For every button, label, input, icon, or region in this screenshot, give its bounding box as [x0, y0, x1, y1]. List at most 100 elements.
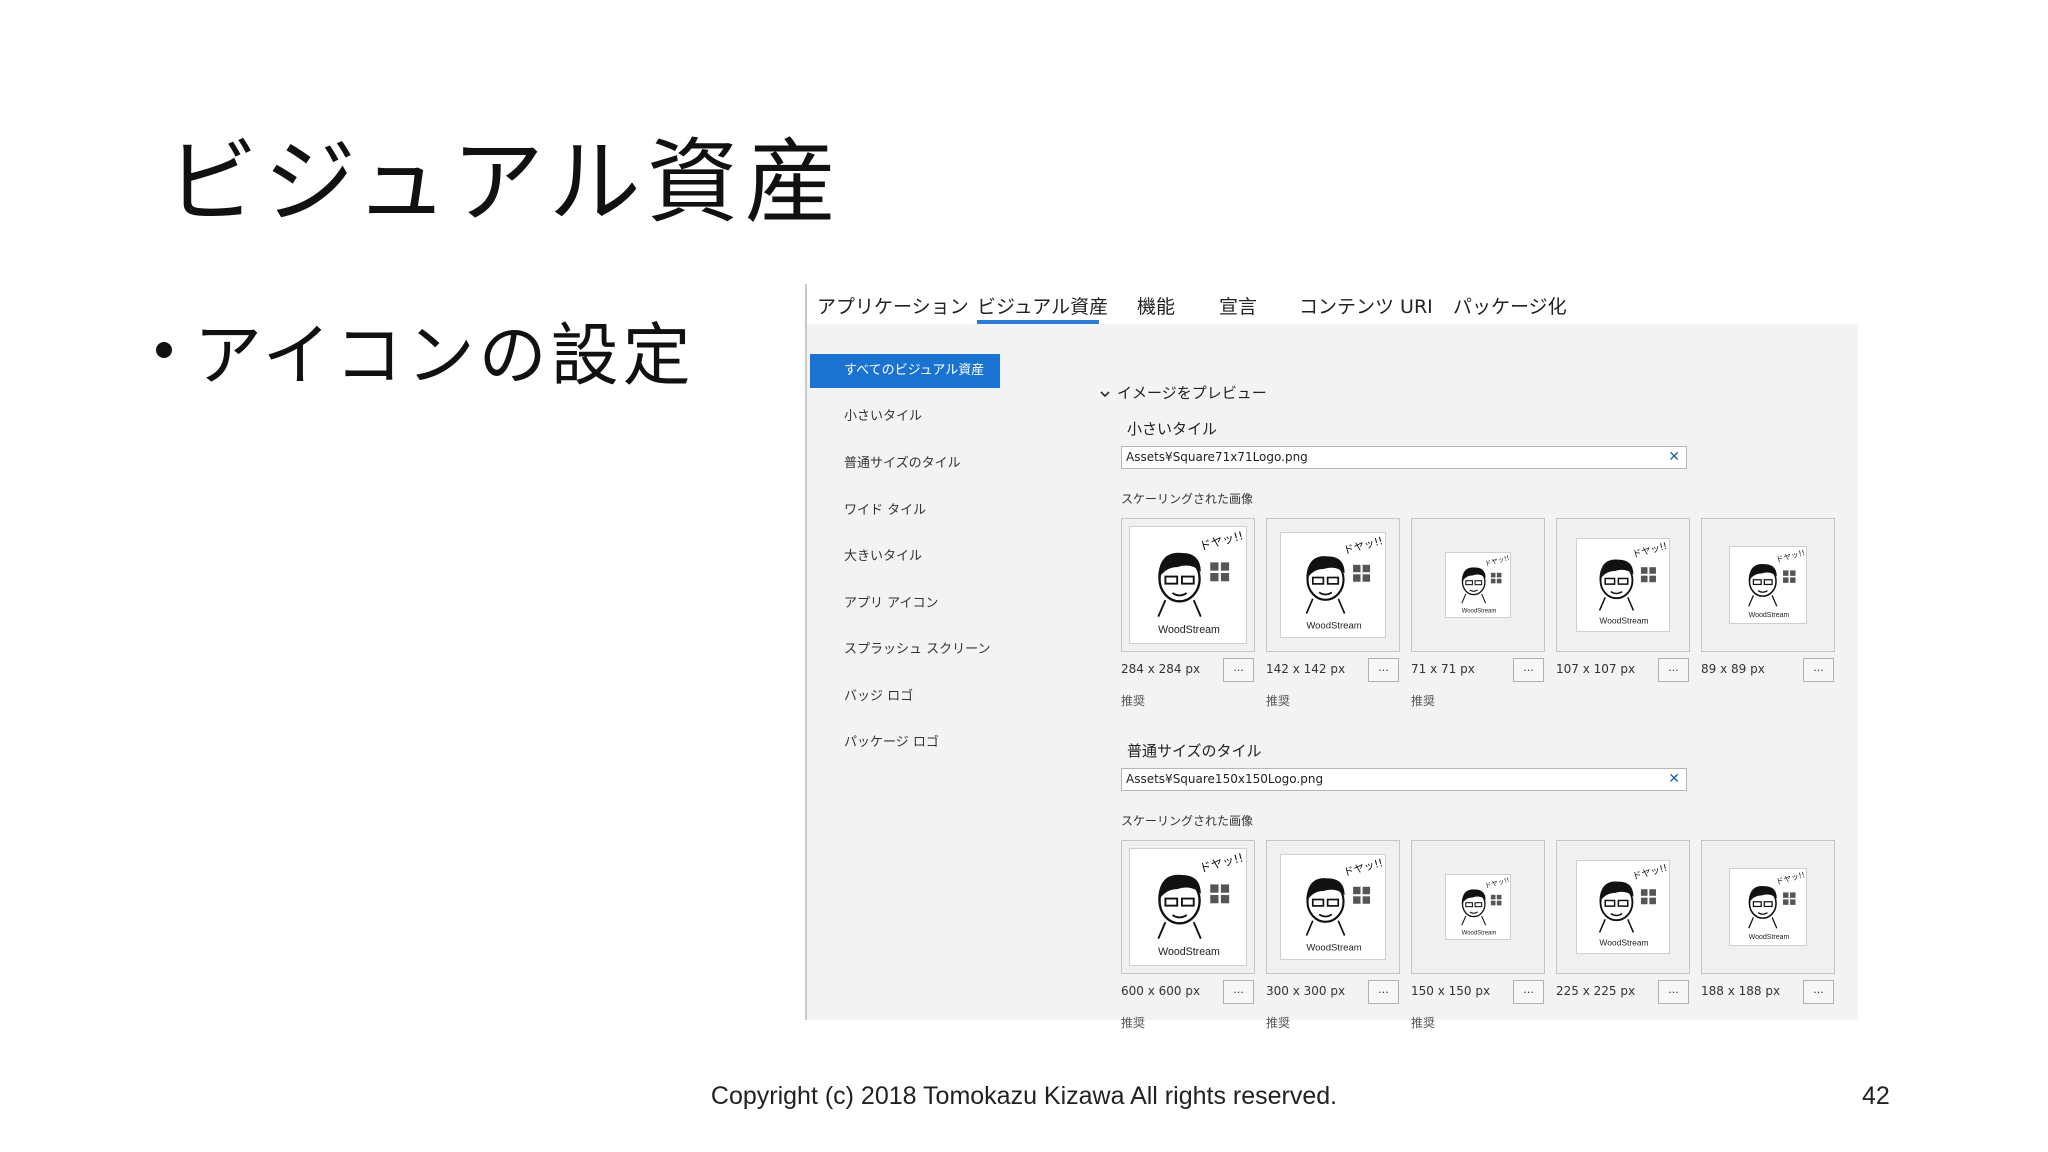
image-size-label: 142 x 142 px [1266, 662, 1346, 676]
browse-button[interactable]: ... [1658, 980, 1689, 1004]
preview-toggle[interactable]: イメージをプレビュー [1099, 382, 1267, 403]
logo-bubble-text: ドヤッ!! [1198, 528, 1245, 553]
settings-screenshot: アプリケーション ビジュアル資産 機能 宣言 コンテンツ URI パッケージ化 … [805, 284, 1858, 1030]
image-thumbnail[interactable]: ドヤッ!! WoodStream [1556, 840, 1690, 974]
logo-image: ドヤッ!! WoodStream [1576, 860, 1670, 954]
logo-image: ドヤッ!! WoodStream [1280, 854, 1386, 960]
sidebar-item-all-assets[interactable]: すべてのビジュアル資産 [810, 354, 1000, 388]
woodstream-logo-icon: ドヤッ!! WoodStream [1157, 528, 1245, 636]
browse-button[interactable]: ... [1368, 658, 1399, 682]
browse-button[interactable]: ... [1513, 658, 1544, 682]
logo-bubble-text: ドヤッ!! [1775, 870, 1806, 886]
image-thumbnail[interactable]: ドヤッ!! WoodStream [1121, 518, 1255, 652]
browse-button[interactable]: ... [1223, 980, 1254, 1004]
asset-path-input[interactable]: Assets¥Square71x71Logo.png ✕ [1121, 446, 1687, 469]
image-thumbnail[interactable]: ドヤッ!! WoodStream [1701, 518, 1835, 652]
logo-caption-text: WoodStream [1749, 934, 1790, 941]
browse-button[interactable]: ... [1223, 658, 1254, 682]
logo-bubble-text: ドヤッ!! [1484, 554, 1510, 568]
image-thumbnail[interactable]: ドヤッ!! WoodStream [1556, 518, 1690, 652]
recommended-label: 推奨 [1121, 1016, 1146, 1030]
browse-button[interactable]: ... [1803, 658, 1834, 682]
logo-image: ドヤッ!! WoodStream [1445, 874, 1511, 940]
section-title: 普通サイズのタイル [1127, 742, 1262, 760]
browse-button[interactable]: ... [1368, 980, 1399, 1004]
bullet-dot [156, 341, 172, 358]
sidebar-item-app-icon[interactable]: アプリ アイコン [807, 587, 997, 621]
section-title: 小さいタイル [1127, 420, 1218, 438]
page-number: 42 [1862, 1082, 1890, 1110]
browse-button[interactable]: ... [1803, 980, 1834, 1004]
asset-path-value: Assets¥Square150x150Logo.png [1126, 772, 1324, 786]
sidebar-item-package-logo[interactable]: パッケージ ロゴ [807, 726, 997, 760]
image-size-label: 150 x 150 px [1411, 984, 1491, 998]
tab-capabilities[interactable]: 機能 [1137, 292, 1175, 319]
logo-image: ドヤッ!! WoodStream [1729, 546, 1807, 624]
bullet-item: アイコンの設定 [156, 300, 695, 399]
image-thumbnail[interactable]: ドヤッ!! WoodStream [1121, 840, 1255, 974]
logo-bubble-text: ドヤッ!! [1198, 850, 1245, 875]
logo-caption-text: WoodStream [1306, 942, 1361, 953]
image-size-label: 71 x 71 px [1411, 662, 1475, 676]
tab-bar: アプリケーション ビジュアル資産 機能 宣言 コンテンツ URI パッケージ化 [805, 284, 1858, 324]
logo-bubble-text: ドヤッ!! [1342, 857, 1384, 879]
logo-image: ドヤッ!! WoodStream [1280, 532, 1386, 638]
logo-bubble-text: ドヤッ!! [1631, 863, 1668, 883]
recommended-label: 推奨 [1266, 694, 1291, 708]
image-thumbnail[interactable]: ドヤッ!! WoodStream [1411, 840, 1545, 974]
woodstream-logo-icon: ドヤッ!! WoodStream [1461, 876, 1510, 936]
scaled-images-label: スケーリングされた画像 [1121, 492, 1254, 506]
recommended-label: 推奨 [1266, 1016, 1291, 1030]
tab-declarations[interactable]: 宣言 [1219, 292, 1257, 319]
sidebar-item-medium-tile[interactable]: 普通サイズのタイル [807, 447, 997, 481]
logo-caption-text: WoodStream [1306, 620, 1361, 631]
visual-assets-body: すべてのビジュアル資産 小さいタイル 普通サイズのタイル ワイド タイル 大きい… [807, 324, 1858, 1030]
image-size-label: 600 x 600 px [1121, 984, 1201, 998]
woodstream-logo-icon: ドヤッ!! WoodStream [1748, 870, 1806, 941]
logo-bubble-text: ドヤッ!! [1775, 548, 1806, 564]
tab-visual-assets[interactable]: ビジュアル資産 [977, 292, 1108, 319]
copyright-footer: Copyright (c) 2018 Tomokazu Kizawa All r… [710, 1082, 1338, 1110]
tab-content-uri[interactable]: コンテンツ URI [1299, 292, 1433, 319]
browse-button[interactable]: ... [1658, 658, 1689, 682]
slide-title: ビジュアル資産 [166, 129, 843, 236]
logo-image: ドヤッ!! WoodStream [1129, 848, 1247, 966]
sidebar-item-badge-logo[interactable]: バッジ ロゴ [807, 680, 997, 714]
logo-image: ドヤッ!! WoodStream [1729, 868, 1807, 946]
scaled-images-label: スケーリングされた画像 [1121, 814, 1254, 828]
bullet-text: アイコンの設定 [194, 317, 695, 396]
woodstream-logo-icon: ドヤッ!! WoodStream [1461, 554, 1510, 614]
image-thumbnail[interactable]: ドヤッ!! WoodStream [1266, 518, 1400, 652]
logo-caption-text: WoodStream [1158, 946, 1220, 958]
logo-caption-text: WoodStream [1158, 624, 1220, 636]
image-thumbnail[interactable]: ドヤッ!! WoodStream [1266, 840, 1400, 974]
image-size-label: 225 x 225 px [1556, 984, 1636, 998]
sidebar-item-wide-tile[interactable]: ワイド タイル [807, 494, 997, 528]
sidebar-item-small-tile[interactable]: 小さいタイル [807, 400, 997, 434]
sidebar-item-large-tile[interactable]: 大きいタイル [807, 540, 997, 574]
logo-image: ドヤッ!! WoodStream [1576, 538, 1670, 632]
woodstream-logo-icon: ドヤッ!! WoodStream [1157, 850, 1245, 958]
woodstream-logo-icon: ドヤッ!! WoodStream [1305, 857, 1384, 953]
browse-button[interactable]: ... [1513, 980, 1544, 1004]
chevron-down-icon [1100, 390, 1110, 397]
tab-application[interactable]: アプリケーション [817, 292, 969, 319]
tab-packaging[interactable]: パッケージ化 [1453, 292, 1567, 319]
logo-bubble-text: ドヤッ!! [1484, 876, 1510, 890]
logo-caption-text: WoodStream [1599, 616, 1648, 626]
image-thumbnail[interactable]: ドヤッ!! WoodStream [1411, 518, 1545, 652]
image-size-label: 89 x 89 px [1701, 662, 1765, 676]
sidebar-item-splash-screen[interactable]: スプラッシュ スクリーン [807, 633, 997, 667]
image-thumbnail[interactable]: ドヤッ!! WoodStream [1701, 840, 1835, 974]
logo-caption-text: WoodStream [1749, 612, 1790, 619]
recommended-label: 推奨 [1121, 694, 1146, 708]
woodstream-logo-icon: ドヤッ!! WoodStream [1748, 548, 1806, 619]
clear-icon[interactable]: ✕ [1668, 769, 1680, 790]
logo-caption-text: WoodStream [1599, 938, 1648, 948]
woodstream-logo-icon: ドヤッ!! WoodStream [1305, 535, 1384, 631]
clear-icon[interactable]: ✕ [1668, 447, 1680, 468]
image-size-label: 188 x 188 px [1701, 984, 1781, 998]
logo-bubble-text: ドヤッ!! [1631, 541, 1668, 561]
image-size-label: 300 x 300 px [1266, 984, 1346, 998]
asset-path-input[interactable]: Assets¥Square150x150Logo.png ✕ [1121, 768, 1687, 791]
